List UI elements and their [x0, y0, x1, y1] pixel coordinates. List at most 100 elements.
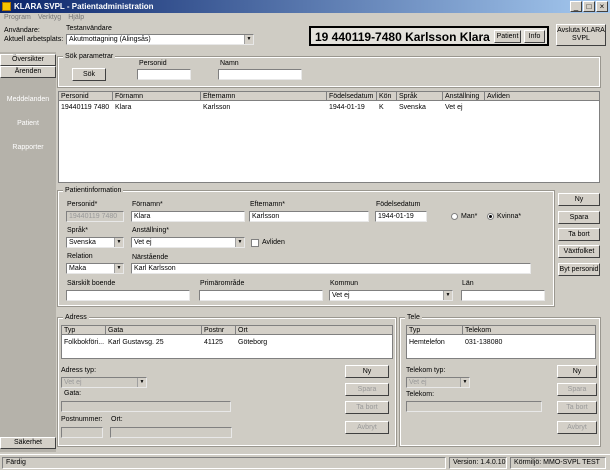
- sidebar-overview[interactable]: Översikter: [0, 54, 56, 66]
- col-firstname[interactable]: Förnamn: [113, 92, 201, 101]
- address-postal-cell: 41125: [204, 339, 223, 346]
- search-name-input[interactable]: [218, 69, 302, 80]
- patient-vaxtfolket-button[interactable]: Växtfolket: [558, 245, 600, 258]
- menu-help[interactable]: Hjälp: [68, 13, 84, 23]
- patient-button[interactable]: Patient: [494, 30, 521, 43]
- sidebar-errands[interactable]: Ärenden: [0, 66, 56, 78]
- col-postal[interactable]: Postnr: [202, 326, 236, 335]
- employment-select[interactable]: Vet ej ▼: [131, 237, 245, 248]
- col-deceased[interactable]: Avliden: [485, 92, 599, 101]
- table-row[interactable]: 19440119 7480 Klara Karlsson 1944-01-19 …: [59, 103, 599, 113]
- street-field: [61, 401, 231, 412]
- address-new-button[interactable]: Ny: [345, 365, 389, 378]
- gender-male-radio[interactable]: [451, 213, 458, 220]
- firstname-field[interactable]: Klara: [131, 211, 245, 222]
- language-label: Språk*: [67, 227, 89, 234]
- chevron-down-icon: ▼: [235, 238, 244, 247]
- sidebar: Översikter Ärenden Meddelanden Patient R…: [0, 52, 56, 452]
- phone-new-button[interactable]: Ny: [557, 365, 597, 378]
- info-button[interactable]: Info: [524, 30, 545, 43]
- patient-header: 19 440119-7480 Karlsson Klara Patient In…: [309, 26, 549, 46]
- menu-bar: Program Verktyg Hjälp: [0, 13, 610, 23]
- relation-select[interactable]: Maka ▼: [66, 263, 124, 274]
- municipality-value: Vet ej: [332, 292, 350, 299]
- sidebar-item-messages[interactable]: Meddelanden: [0, 96, 56, 103]
- col-employment[interactable]: Anställning: [443, 92, 485, 101]
- table-row[interactable]: Hemtelefon 031-138080: [407, 338, 595, 348]
- address-type-label: Adress typ:: [61, 367, 97, 374]
- primary-area-label: Primärområde: [200, 280, 245, 287]
- window-controls: _ □ ×: [570, 1, 608, 12]
- patient-delete-button[interactable]: Ta bort: [558, 228, 600, 241]
- col-street[interactable]: Gata: [106, 326, 202, 335]
- row-firstname: Klara: [115, 104, 132, 111]
- exit-button[interactable]: Avsluta KLARA SVPL: [556, 24, 606, 46]
- phone-type-cell: Hemtelefon: [409, 339, 445, 346]
- phone-number-cell: 031-138080: [465, 339, 503, 346]
- deceased-checkbox[interactable]: [251, 239, 259, 247]
- search-personid-label: Personid: [139, 60, 167, 67]
- relative-field[interactable]: Karl Karlsson: [131, 263, 531, 274]
- address-save-button: Spara: [345, 383, 389, 396]
- col-birthdate[interactable]: Födelsedatum: [327, 92, 377, 101]
- col-personid[interactable]: Personid: [59, 92, 113, 101]
- gender-female-radio[interactable]: [487, 213, 494, 220]
- col-gender[interactable]: Kön: [377, 92, 397, 101]
- firstname-label: Förnamn*: [132, 201, 163, 208]
- menu-tools[interactable]: Verktyg: [38, 13, 61, 23]
- county-field[interactable]: [461, 290, 545, 301]
- sidebar-security[interactable]: Säkerhet: [0, 437, 56, 449]
- table-row[interactable]: Folkbokföri... Karl Gustavsg. 25 41125 G…: [62, 338, 392, 348]
- special-housing-field[interactable]: [66, 290, 190, 301]
- search-button[interactable]: Sök: [72, 68, 106, 81]
- address-type-cell: Folkbokföri...: [64, 339, 105, 346]
- municipality-label: Kommun: [330, 280, 359, 287]
- change-personid-button[interactable]: Byt personid: [558, 263, 600, 276]
- results-table: Personid Förnamn Efternamn Födelsedatum …: [58, 91, 600, 183]
- sidebar-item-reports[interactable]: Rapporter: [0, 144, 56, 151]
- language-select[interactable]: Svenska ▼: [66, 237, 124, 248]
- search-name-label: Namn: [220, 60, 239, 67]
- address-cancel-button: Avbryt: [345, 421, 389, 434]
- relative-label: Närstående: [132, 254, 169, 261]
- chevron-down-icon: ▼: [460, 378, 469, 387]
- col-telecom[interactable]: Telekom: [463, 326, 595, 335]
- close-icon[interactable]: ×: [596, 1, 608, 12]
- maximize-icon[interactable]: □: [583, 1, 595, 12]
- phone-group: Tele Typ Telekom Hemtelefon 031-138080 T…: [399, 314, 601, 447]
- municipality-select[interactable]: Vet ej ▼: [329, 290, 453, 301]
- sidebar-item-patient[interactable]: Patient: [0, 120, 56, 127]
- col-address-type[interactable]: Typ: [62, 326, 106, 335]
- search-group: Sök parametrar Sök Personid Namn: [57, 53, 601, 88]
- col-language[interactable]: Språk: [397, 92, 443, 101]
- menu-program[interactable]: Program: [4, 13, 31, 23]
- phone-number-field: [406, 401, 542, 412]
- col-lastname[interactable]: Efternamn: [201, 92, 327, 101]
- relation-value: Maka: [69, 265, 87, 272]
- lastname-field[interactable]: Karlsson: [249, 211, 369, 222]
- chevron-down-icon: ▼: [114, 264, 123, 273]
- employment-value: Vet ej: [134, 239, 152, 246]
- chevron-down-icon: ▼: [244, 35, 253, 44]
- workplace-value: Akutmottagning (Alingsås): [69, 36, 151, 43]
- patient-new-button[interactable]: Ny: [558, 193, 600, 206]
- primary-area-field[interactable]: [199, 290, 323, 301]
- patient-save-button[interactable]: Spara: [558, 211, 600, 224]
- phone-number-label: Telekom:: [406, 391, 435, 398]
- workplace-select[interactable]: Akutmottagning (Alingsås) ▼: [66, 34, 254, 45]
- birthdate-field[interactable]: 1944-01-19: [375, 211, 427, 222]
- col-phone-type[interactable]: Typ: [407, 326, 463, 335]
- phone-cancel-button: Avbryt: [557, 421, 597, 434]
- search-personid-input[interactable]: [137, 69, 191, 80]
- phone-legend: Tele: [405, 314, 422, 322]
- chevron-down-icon: ▼: [443, 291, 452, 300]
- window-title: KLARA SVPL - Patientadministration: [14, 2, 154, 11]
- col-city[interactable]: Ort: [236, 326, 392, 335]
- phone-table: Typ Telekom Hemtelefon 031-138080: [406, 325, 596, 359]
- gender-female-label: Kvinna*: [497, 213, 522, 220]
- address-city-cell: Göteborg: [238, 339, 268, 346]
- minimize-icon[interactable]: _: [570, 1, 582, 12]
- patient-info-group: Patientinformation Personid* 19440119 74…: [57, 187, 555, 307]
- address-type-select: Vet ej ▼: [61, 377, 147, 388]
- personid-field: 19440119 7480: [66, 211, 124, 222]
